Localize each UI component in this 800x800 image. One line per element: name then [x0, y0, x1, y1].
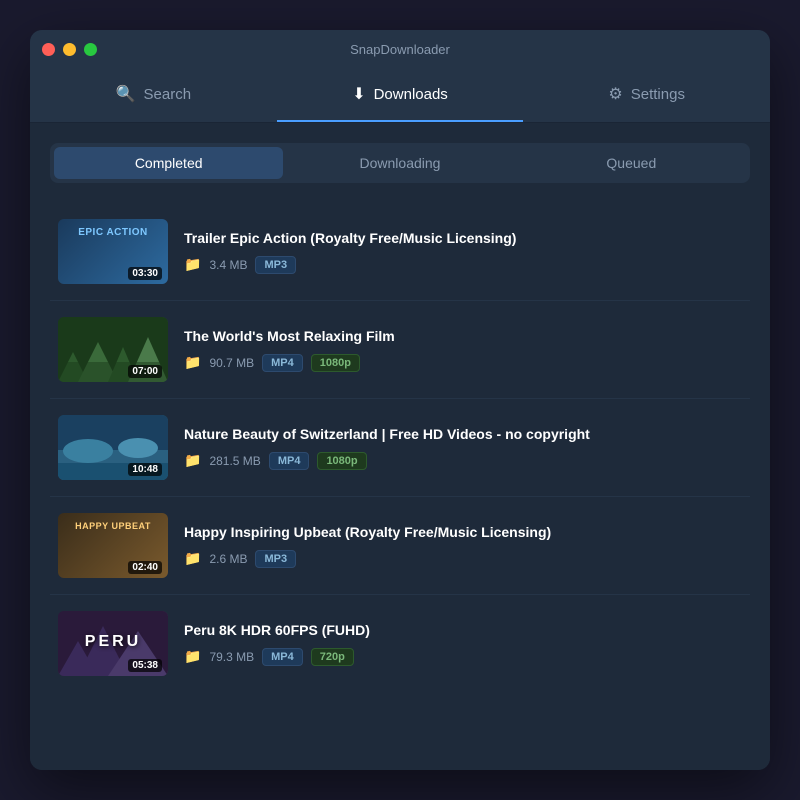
format-badge: MP4	[262, 354, 303, 372]
nav-label-settings: Settings	[631, 86, 685, 103]
thumb-duration: 10:48	[128, 463, 162, 476]
gear-icon: ⚙	[608, 84, 622, 104]
thumbnail: PERU 05:38	[58, 611, 168, 676]
download-icon: ⬇	[352, 84, 365, 104]
nav-item-search[interactable]: 🔍 Search	[30, 68, 277, 122]
resolution-badge: 1080p	[317, 452, 366, 470]
minimize-button[interactable]	[63, 43, 76, 56]
thumbnail: Happy Upbeat 02:40	[58, 513, 168, 578]
nav-label-search: Search	[144, 86, 192, 103]
file-size: 3.4 MB	[209, 258, 247, 272]
download-info: Trailer Epic Action (Royalty Free/Music …	[184, 229, 742, 273]
download-info: Peru 8K HDR 60FPS (FUHD) 📁 79.3 MB MP4 7…	[184, 621, 742, 665]
file-size: 281.5 MB	[209, 454, 260, 468]
maximize-button[interactable]	[84, 43, 97, 56]
title-bar: SnapDownloader	[30, 30, 770, 68]
download-title: Peru 8K HDR 60FPS (FUHD)	[184, 621, 742, 639]
list-item: Epic Action 03:30 Trailer Epic Action (R…	[50, 203, 750, 301]
folder-icon: 📁	[184, 648, 201, 665]
format-badge: MP4	[269, 452, 310, 470]
thumb-duration: 05:38	[128, 659, 162, 672]
content-area: Completed Downloading Queued Epic Action…	[30, 123, 770, 770]
search-icon: 🔍	[116, 84, 136, 104]
resolution-badge: 1080p	[311, 354, 360, 372]
download-meta: 📁 90.7 MB MP4 1080p	[184, 354, 742, 372]
list-item: 10:48 Nature Beauty of Switzerland | Fre…	[50, 399, 750, 497]
resolution-badge: 720p	[311, 648, 354, 666]
thumb-duration: 02:40	[128, 561, 162, 574]
list-item: 07:00 The World's Most Relaxing Film 📁 9…	[50, 301, 750, 399]
thumb-duration: 07:00	[128, 365, 162, 378]
tab-downloading[interactable]: Downloading	[285, 147, 514, 179]
download-meta: 📁 281.5 MB MP4 1080p	[184, 452, 742, 470]
file-size: 90.7 MB	[209, 356, 254, 370]
download-title: The World's Most Relaxing Film	[184, 327, 742, 345]
tab-completed[interactable]: Completed	[54, 147, 283, 179]
folder-icon: 📁	[184, 256, 201, 273]
format-badge: MP3	[255, 256, 296, 274]
download-info: Happy Inspiring Upbeat (Royalty Free/Mus…	[184, 523, 742, 567]
thumbnail: 07:00	[58, 317, 168, 382]
file-size: 79.3 MB	[209, 650, 254, 664]
close-button[interactable]	[42, 43, 55, 56]
nav-item-settings[interactable]: ⚙ Settings	[523, 68, 770, 122]
folder-icon: 📁	[184, 452, 201, 469]
format-badge: MP3	[255, 550, 296, 568]
tabs-container: Completed Downloading Queued	[50, 143, 750, 183]
download-title: Nature Beauty of Switzerland | Free HD V…	[184, 425, 742, 443]
thumb-duration: 03:30	[128, 267, 162, 280]
nav-item-downloads[interactable]: ⬇ Downloads	[277, 68, 524, 122]
download-title: Trailer Epic Action (Royalty Free/Music …	[184, 229, 742, 247]
folder-icon: 📁	[184, 550, 201, 567]
thumbnail: Epic Action 03:30	[58, 219, 168, 284]
list-item: PERU 05:38 Peru 8K HDR 60FPS (FUHD) 📁 79…	[50, 595, 750, 692]
nav-bar: 🔍 Search ⬇ Downloads ⚙ Settings	[30, 68, 770, 123]
thumbnail: 10:48	[58, 415, 168, 480]
traffic-lights	[42, 43, 97, 56]
thumb-label: Happy Upbeat	[66, 521, 160, 531]
thumb-label: Epic Action	[66, 227, 160, 238]
download-info: The World's Most Relaxing Film 📁 90.7 MB…	[184, 327, 742, 371]
download-meta: 📁 2.6 MB MP3	[184, 550, 742, 568]
nav-label-downloads: Downloads	[374, 86, 448, 103]
download-meta: 📁 79.3 MB MP4 720p	[184, 648, 742, 666]
format-badge: MP4	[262, 648, 303, 666]
download-list: Epic Action 03:30 Trailer Epic Action (R…	[50, 203, 750, 692]
tab-queued[interactable]: Queued	[517, 147, 746, 179]
peru-label: PERU	[85, 633, 141, 651]
folder-icon: 📁	[184, 354, 201, 371]
app-title: SnapDownloader	[350, 42, 450, 57]
download-info: Nature Beauty of Switzerland | Free HD V…	[184, 425, 742, 469]
app-window: SnapDownloader 🔍 Search ⬇ Downloads ⚙ Se…	[30, 30, 770, 770]
download-meta: 📁 3.4 MB MP3	[184, 256, 742, 274]
list-item: Happy Upbeat 02:40 Happy Inspiring Upbea…	[50, 497, 750, 595]
file-size: 2.6 MB	[209, 552, 247, 566]
download-title: Happy Inspiring Upbeat (Royalty Free/Mus…	[184, 523, 742, 541]
